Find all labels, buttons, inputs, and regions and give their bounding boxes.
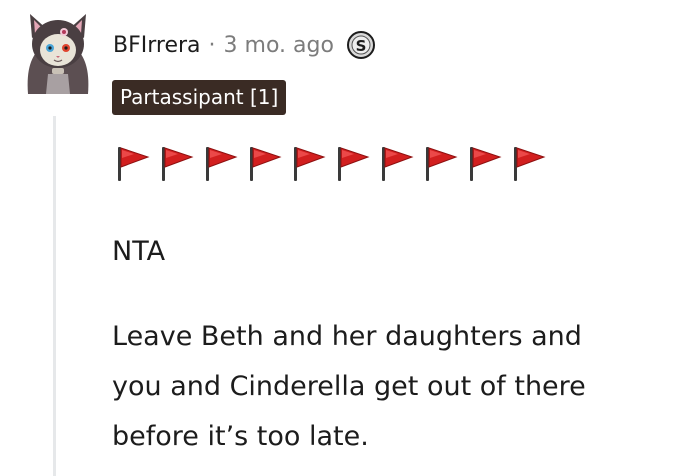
red-flag-icon	[514, 147, 546, 181]
red-flag-icon	[206, 147, 238, 181]
comment-meta: BFIrrera · 3 mo. ago S	[113, 28, 376, 62]
comment-text-line: you and Cinderella get out of there	[112, 371, 586, 402]
svg-text:S: S	[356, 37, 367, 55]
red-flag-icon	[338, 147, 370, 181]
verdict-text: NTA	[112, 236, 166, 267]
comment: BFIrrera · 3 mo. ago S Partassipant [1] …	[0, 0, 700, 476]
comment-text-line: before it’s too late.	[112, 421, 369, 452]
red-flag-icon	[118, 147, 150, 181]
meta-separator: ·	[208, 32, 216, 58]
red-flag-icon	[426, 147, 458, 181]
silver-coin-icon[interactable]: S	[346, 30, 376, 60]
user-avatar[interactable]	[18, 8, 98, 94]
red-flag-icon	[294, 147, 326, 181]
red-flags-row	[112, 143, 550, 183]
comment-timestamp[interactable]: 3 mo. ago	[224, 33, 334, 58]
thread-line[interactable]	[53, 116, 56, 476]
comment-text-line: Leave Beth and her daughters and	[112, 321, 582, 352]
red-flag-icon	[250, 147, 282, 181]
user-flair: Partassipant [1]	[112, 80, 287, 115]
author-username[interactable]: BFIrrera	[113, 33, 201, 58]
red-flag-icon	[382, 147, 414, 181]
red-flag-icon	[470, 147, 502, 181]
red-flag-icon	[162, 147, 194, 181]
